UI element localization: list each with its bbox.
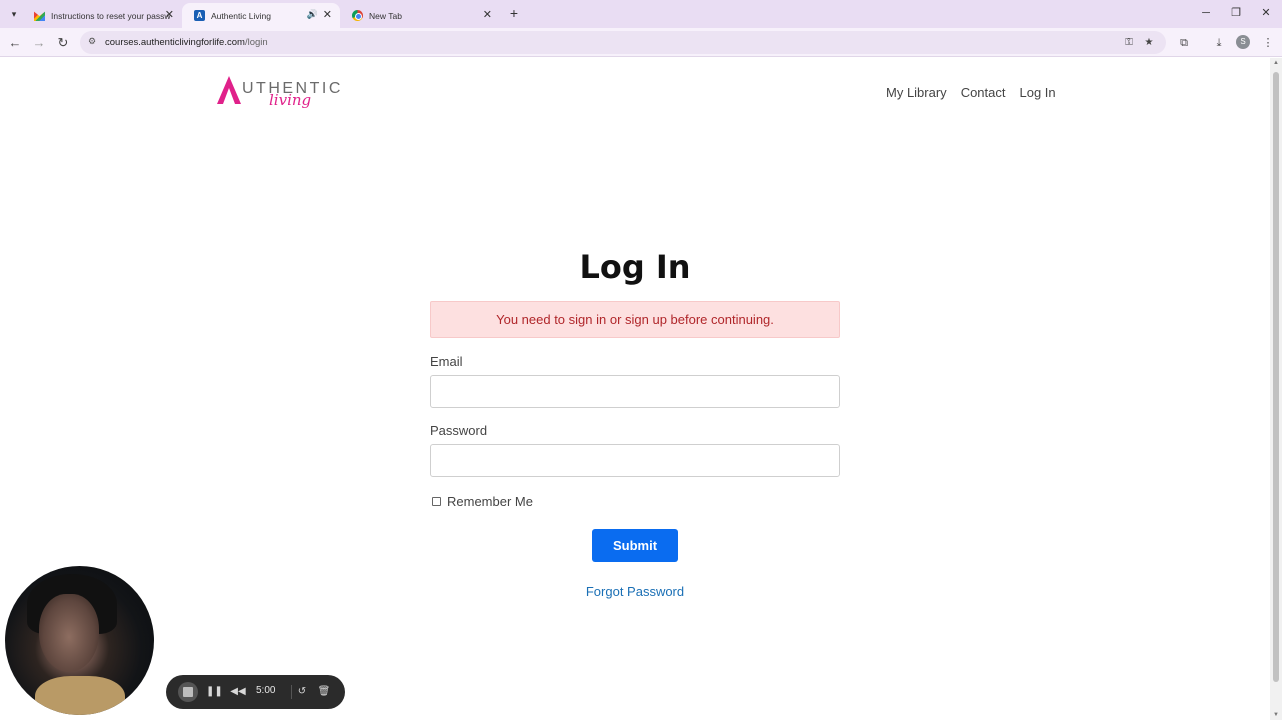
site-info-icon[interactable]: ⚙ xyxy=(88,36,100,48)
submit-button[interactable]: Submit xyxy=(592,529,678,562)
forward-button[interactable]: → xyxy=(30,34,48,52)
scrollbar-thumb[interactable] xyxy=(1273,72,1279,682)
speaker-icon[interactable]: 🔊 xyxy=(307,9,318,20)
tab-gmail[interactable]: Instructions to reset your passw ✕ xyxy=(22,3,182,28)
tab-title: Instructions to reset your passw xyxy=(51,10,171,21)
remember-me-row[interactable]: Remember Me xyxy=(432,494,533,509)
gmail-icon xyxy=(34,11,45,21)
remember-me-checkbox[interactable] xyxy=(432,497,441,506)
logo-mark-icon xyxy=(217,76,241,104)
tab-authentic-living[interactable]: A Authentic Living 🔊 ✕ xyxy=(182,3,340,28)
url-text[interactable]: courses.authenticlivingforlife.com/login xyxy=(105,37,268,48)
top-navigation: My Library Contact Log In xyxy=(886,85,1056,100)
forgot-password-link: Forgot Password xyxy=(0,584,1270,599)
close-icon[interactable]: ✕ xyxy=(483,9,492,21)
rewind-icon[interactable]: ◀◀ xyxy=(230,684,246,700)
close-icon[interactable]: ✕ xyxy=(323,9,332,21)
chrome-icon xyxy=(352,10,363,21)
address-bar[interactable]: ⚙ courses.authenticlivingforlife.com/log… xyxy=(80,31,1166,54)
url-host: courses.authenticlivingforlife.com xyxy=(105,37,245,48)
tab-title: New Tab xyxy=(369,10,402,21)
password-label: Password xyxy=(430,423,488,438)
scroll-up-icon[interactable]: ▲ xyxy=(1272,60,1280,66)
pause-icon[interactable]: ❚❚ xyxy=(206,684,223,700)
new-tab-button[interactable]: + xyxy=(506,5,522,21)
nav-contact[interactable]: Contact xyxy=(961,85,1006,100)
tab-search-button[interactable]: ▾ xyxy=(6,6,22,22)
logo-script: living xyxy=(269,91,312,109)
minimize-button[interactable]: ─ xyxy=(1192,4,1220,22)
scroll-down-icon[interactable]: ▼ xyxy=(1272,712,1280,718)
recorder-controls: ❚❚ ◀◀ 5:00 ↺ 🗑 xyxy=(166,675,345,709)
remember-me-label: Remember Me xyxy=(447,494,533,509)
tab-strip: ▾ Instructions to reset your passw ✕ A A… xyxy=(0,0,1282,28)
menu-kebab-icon[interactable]: ⋮ xyxy=(1260,35,1276,51)
download-icon[interactable]: ⤓ xyxy=(1211,35,1227,51)
nav-log-in[interactable]: Log In xyxy=(1020,85,1056,100)
reload-button[interactable]: ↻ xyxy=(54,34,72,52)
webcam-shirt xyxy=(35,676,125,715)
tab-title: Authentic Living xyxy=(211,10,272,21)
forgot-password-text[interactable]: Forgot Password xyxy=(586,584,684,599)
nav-my-library[interactable]: My Library xyxy=(886,85,947,100)
webcam-face xyxy=(39,594,99,672)
page-scrollbar[interactable]: ▲ ▼ xyxy=(1270,58,1282,720)
recorder-divider xyxy=(291,685,292,699)
password-field[interactable] xyxy=(430,444,840,477)
restore-button[interactable]: ❐ xyxy=(1222,4,1250,22)
stop-recording-button[interactable] xyxy=(178,682,198,702)
error-alert: You need to sign in or sign up before co… xyxy=(430,301,840,338)
back-button[interactable]: ← xyxy=(6,34,24,52)
email-field[interactable] xyxy=(430,375,840,408)
page-title: Log In xyxy=(579,248,691,286)
trash-icon[interactable]: 🗑 xyxy=(316,684,332,700)
password-key-icon[interactable]: ⚿ xyxy=(1122,36,1136,50)
tab-new-tab[interactable]: New Tab ✕ xyxy=(340,3,500,28)
webcam-bubble[interactable] xyxy=(5,566,154,715)
authentic-living-icon: A xyxy=(194,10,205,21)
browser-toolbar: ← → ↻ ⚙ courses.authenticlivingforlife.c… xyxy=(0,28,1282,57)
site-logo[interactable]: UTHENTIC living xyxy=(217,76,352,116)
window-close-button[interactable]: ✕ xyxy=(1252,4,1280,22)
url-path: /login xyxy=(244,37,268,48)
page-content: UTHENTIC living My Library Contact Log I… xyxy=(0,58,1270,720)
profile-avatar[interactable]: S xyxy=(1236,35,1250,49)
email-label: Email xyxy=(430,354,463,369)
extensions-icon[interactable]: ⧉ xyxy=(1176,35,1192,51)
close-icon[interactable]: ✕ xyxy=(165,9,174,21)
bookmark-star-icon[interactable]: ★ xyxy=(1142,36,1156,50)
recording-timer: 5:00 xyxy=(256,685,276,696)
restart-icon[interactable]: ↺ xyxy=(294,684,310,700)
